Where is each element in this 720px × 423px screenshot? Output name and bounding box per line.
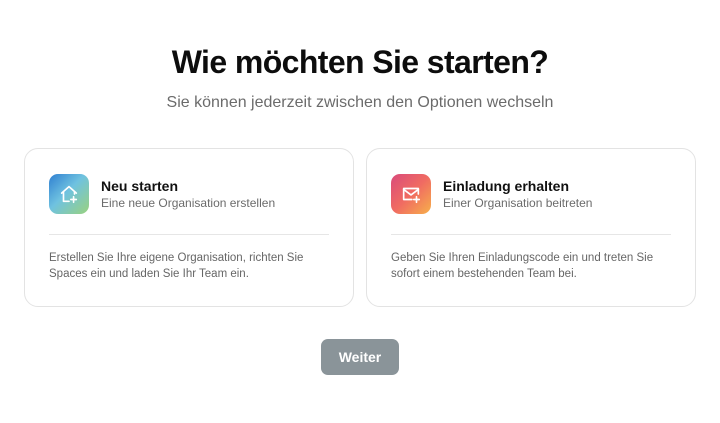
option-description: Geben Sie Ihren Einladungscode ein und t… (391, 252, 654, 280)
option-card-new[interactable]: Neu starten Eine neue Organisation erste… (24, 148, 354, 307)
option-card-invite[interactable]: Einladung erhalten Einer Organisation be… (366, 148, 696, 307)
card-divider (49, 234, 329, 235)
continue-button[interactable]: Weiter (321, 339, 399, 375)
page-subtitle: Sie können jederzeit zwischen den Option… (166, 94, 554, 111)
mail-plus-icon (391, 174, 431, 214)
card-divider (391, 234, 671, 235)
home-plus-icon (49, 174, 89, 214)
option-subtitle: Einer Organisation beitreten (443, 196, 593, 210)
option-title: Neu starten (101, 178, 179, 194)
option-description: Erstellen Sie Ihre eigene Organisation, … (49, 252, 304, 280)
option-title: Einladung erhalten (443, 178, 570, 194)
page-title: Wie möchten Sie starten? (171, 44, 549, 80)
option-subtitle: Eine neue Organisation erstellen (101, 196, 276, 210)
